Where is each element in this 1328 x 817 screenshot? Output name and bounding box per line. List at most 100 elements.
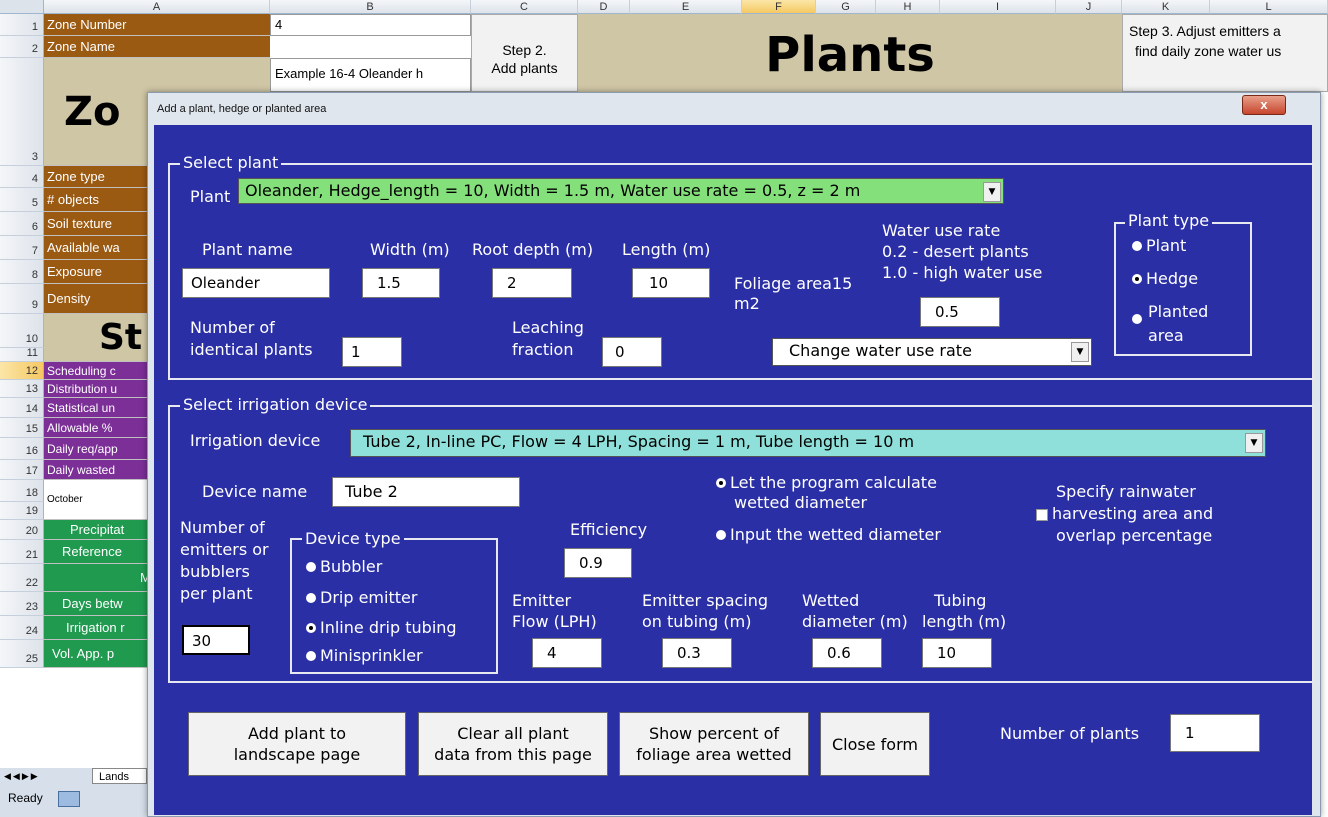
root-depth-input[interactable]: 2 xyxy=(492,268,572,298)
column-header-i[interactable]: I xyxy=(940,0,1056,14)
status-text: Ready xyxy=(8,791,43,805)
row-header[interactable]: 6 xyxy=(0,212,44,236)
number-of-plants-input[interactable]: 1 xyxy=(1170,714,1260,752)
row-header[interactable]: 12 xyxy=(0,362,44,380)
row-header[interactable]: 9 xyxy=(0,284,44,314)
identical-plants-input[interactable]: 1 xyxy=(342,337,402,367)
row-header[interactable]: 8 xyxy=(0,260,44,284)
column-header-a[interactable]: A xyxy=(44,0,270,14)
clear-plant-data-button[interactable]: Clear all plant data from this page xyxy=(418,712,608,776)
close-form-button[interactable]: Close form xyxy=(820,712,930,776)
row-header[interactable]: 10 xyxy=(0,314,44,348)
dropdown-arrow-icon[interactable]: ▼ xyxy=(1071,342,1089,362)
plant-name-input[interactable]: Oleander xyxy=(182,268,330,298)
emitter-flow-line1: Emitter xyxy=(512,591,572,610)
row-header[interactable]: 11 xyxy=(0,347,44,362)
step3-line1: Step 3. Adjust emitters a xyxy=(1129,23,1281,39)
row-header[interactable]: 20 xyxy=(0,520,44,540)
root-depth-label: Root depth (m) xyxy=(472,240,594,259)
row-header[interactable]: 21 xyxy=(0,540,44,564)
tubing-length-input[interactable]: 10 xyxy=(922,638,992,668)
rainwater-harvesting-checkbox[interactable] xyxy=(1036,509,1048,521)
column-header-k[interactable]: K xyxy=(1122,0,1210,14)
cell-b2-zone-name[interactable]: Example 16-4 Oleander h xyxy=(270,58,471,92)
emitter-spacing-input[interactable]: 0.3 xyxy=(662,638,732,668)
device-type-drip-radio[interactable]: Drip emitter xyxy=(306,588,417,608)
emitter-spacing-line2: on tubing (m) xyxy=(642,612,752,631)
row-header[interactable]: 7 xyxy=(0,236,44,260)
row-header[interactable]: 19 xyxy=(0,502,44,520)
row-header[interactable]: 16 xyxy=(0,438,44,460)
row-header[interactable]: 15 xyxy=(0,418,44,438)
dropdown-arrow-icon[interactable]: ▼ xyxy=(983,182,1001,202)
radio-selected-icon xyxy=(1132,273,1142,284)
row-header[interactable]: 4 xyxy=(0,166,44,188)
column-header-l[interactable]: L xyxy=(1210,0,1328,14)
water-use-rate-input[interactable]: 0.5 xyxy=(920,297,1000,327)
irrigation-device-dropdown[interactable]: Tube 2, In-line PC, Flow = 4 LPH, Spacin… xyxy=(350,429,1266,457)
change-water-use-rate-dropdown[interactable]: Change water use rate ▼ xyxy=(772,338,1092,366)
row-header[interactable]: 1 xyxy=(0,14,44,36)
tubing-length-line2: length (m) xyxy=(922,612,1007,631)
column-header-h[interactable]: H xyxy=(876,0,940,14)
sheet-nav-arrows-icon[interactable]: ◀◀▶▶ xyxy=(4,768,40,784)
dropdown-arrow-icon[interactable]: ▼ xyxy=(1245,433,1263,453)
column-header-e[interactable]: E xyxy=(630,0,742,14)
row-header[interactable]: 13 xyxy=(0,380,44,398)
plant-label: Plant xyxy=(190,187,231,206)
step3-line2: find daily zone water us xyxy=(1135,43,1282,59)
sheet-tab[interactable]: Lands xyxy=(92,768,147,784)
row-header[interactable]: 24 xyxy=(0,616,44,640)
let-program-calculate-line1: Let the program calculate xyxy=(730,473,937,492)
plant-dropdown[interactable]: Oleander, Hedge_length = 10, Width = 1.5… xyxy=(238,178,1004,204)
row-header[interactable]: 5 xyxy=(0,188,44,212)
macro-record-icon[interactable] xyxy=(58,790,81,807)
leaching-fraction-input[interactable]: 0 xyxy=(602,337,662,367)
cell-a2[interactable]: Zone Name xyxy=(44,36,270,58)
column-header-f[interactable]: F xyxy=(742,0,816,14)
device-type-inline-radio[interactable]: Inline drip tubing xyxy=(306,618,457,638)
plant-type-hedge-radio[interactable]: Hedge xyxy=(1132,269,1198,289)
cell-a1[interactable]: Zone Number xyxy=(44,14,270,36)
device-name-input[interactable]: Tube 2 xyxy=(332,477,520,507)
let-program-calculate-radio[interactable]: Let the program calculate xyxy=(716,473,937,493)
length-input[interactable]: 10 xyxy=(632,268,710,298)
width-label: Width (m) xyxy=(370,240,450,259)
device-type-bubbler-radio[interactable]: Bubbler xyxy=(306,557,382,577)
cell-b1-zone-number[interactable]: 4 xyxy=(270,14,471,36)
row-header[interactable]: 17 xyxy=(0,460,44,480)
emitter-flow-input[interactable]: 4 xyxy=(532,638,602,668)
show-percent-wetted-button[interactable]: Show percent of foliage area wetted xyxy=(619,712,809,776)
emitter-spacing-line1: Emitter spacing xyxy=(642,591,769,610)
emitters-per-plant-input[interactable]: 30 xyxy=(182,625,250,655)
add-plant-button[interactable]: Add plant to landscape page xyxy=(188,712,406,776)
step3-button[interactable]: Step 3. Adjust emitters a find daily zon… xyxy=(1122,14,1328,92)
radio-selected-icon xyxy=(716,477,726,488)
device-type-minisprinkler-radio[interactable]: Minisprinkler xyxy=(306,646,423,666)
column-header-j[interactable]: J xyxy=(1056,0,1122,14)
row-header[interactable]: 23 xyxy=(0,592,44,616)
plant-type-plant-radio[interactable]: Plant xyxy=(1132,236,1186,256)
tubing-length-line1: Tubing xyxy=(934,591,987,610)
wetted-diameter-line2: diameter (m) xyxy=(802,612,908,631)
column-header-g[interactable]: G xyxy=(816,0,876,14)
column-header-d[interactable]: D xyxy=(578,0,630,14)
step2-button[interactable]: Step 2. Add plants xyxy=(471,14,578,92)
row-header[interactable]: 18 xyxy=(0,480,44,502)
column-header-c[interactable]: C xyxy=(471,0,578,14)
input-wetted-diameter-radio[interactable]: Input the wetted diameter xyxy=(716,525,941,545)
select-all-corner[interactable] xyxy=(0,0,44,14)
efficiency-input[interactable]: 0.9 xyxy=(564,548,632,578)
row-header[interactable]: 3 xyxy=(0,58,44,166)
column-header-b[interactable]: B xyxy=(270,0,471,14)
irrigation-device-value: Tube 2, In-line PC, Flow = 4 LPH, Spacin… xyxy=(363,432,915,451)
width-input[interactable]: 1.5 xyxy=(362,268,440,298)
row-header[interactable]: 25 xyxy=(0,640,44,668)
row-header[interactable]: 2 xyxy=(0,36,44,58)
row-header[interactable]: 22 xyxy=(0,564,44,592)
dialog-close-button[interactable]: x xyxy=(1242,95,1286,115)
row-header[interactable]: 14 xyxy=(0,398,44,418)
device-type-legend: Device type xyxy=(302,530,404,548)
radio-icon xyxy=(306,561,316,572)
wetted-diameter-input[interactable]: 0.6 xyxy=(812,638,882,668)
